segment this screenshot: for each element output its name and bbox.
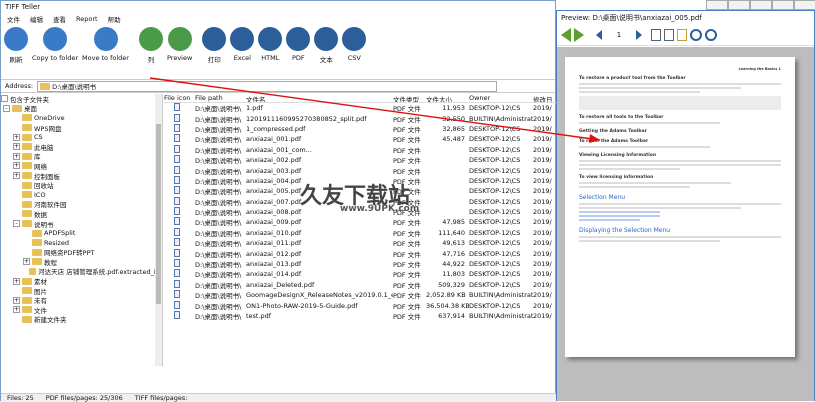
- watermark-url: www.9UPK.com: [340, 204, 420, 214]
